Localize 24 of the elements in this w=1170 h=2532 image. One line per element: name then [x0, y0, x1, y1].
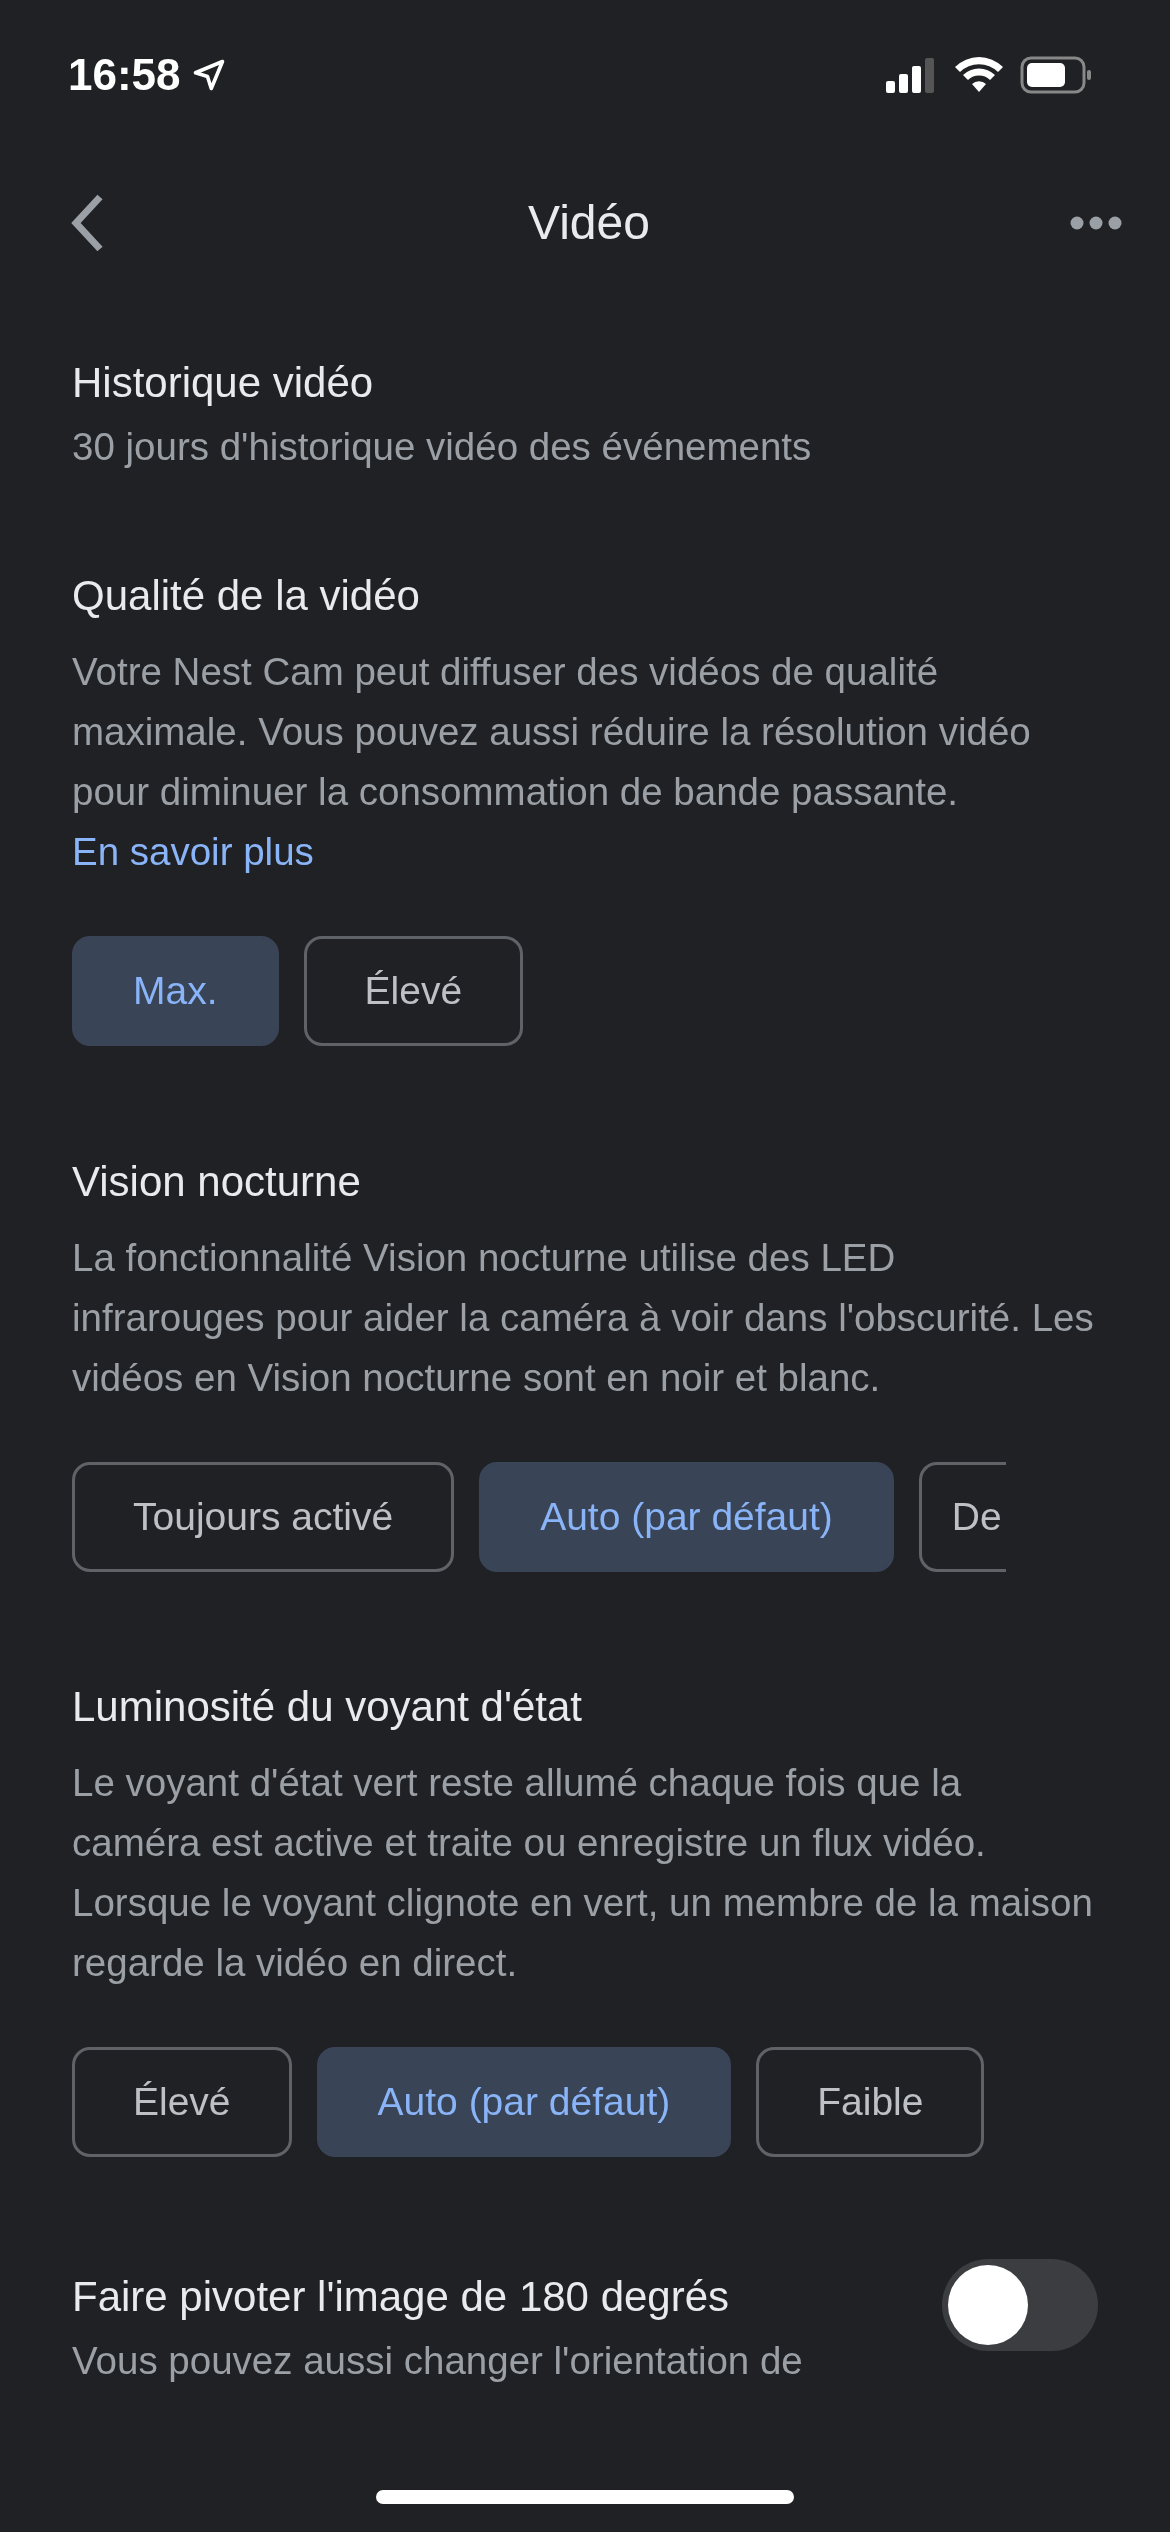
section-title: Qualité de la vidéo	[72, 571, 421, 621]
section-title: Luminosité du voyant d'état	[72, 1682, 583, 1732]
battery-icon	[1020, 56, 1092, 94]
option-chip[interactable]: Max.	[72, 936, 279, 1046]
option-chip[interactable]: Élevé	[303, 936, 524, 1046]
status-time: 16:58	[68, 50, 181, 100]
section-title: Faire pivoter l'image de 180 degrés	[72, 2272, 731, 2322]
option-chip[interactable]: Auto (par défaut)	[316, 2047, 732, 2157]
page-title: Vidéo	[528, 195, 650, 250]
learn-more-link[interactable]: En savoir plus	[72, 830, 314, 873]
section-title: Historique vidéo	[72, 358, 375, 408]
option-chip[interactable]: Élevé	[72, 2047, 292, 2157]
section-description: Vous pouvez aussi changer l'orientation de	[72, 2338, 803, 2384]
option-chip[interactable]: De	[918, 1462, 1006, 1572]
option-chip[interactable]: Auto (par défaut)	[479, 1462, 894, 1572]
section-description: 30 jours d'historique vidéo des événements	[72, 424, 813, 470]
wifi-icon	[954, 56, 1004, 94]
section-title: Vision nocturne	[72, 1157, 362, 1207]
more-icon	[1070, 215, 1122, 230]
option-chip[interactable]: Faible	[756, 2047, 985, 2157]
option-chip[interactable]: Toujours activé	[72, 1462, 455, 1572]
section-description: Votre Nest Cam peut diffuser des vidéos de qualité maximale. Vous pouvez aussi réduire la résolution vidéo pour diminuer la consommation de bande passante. En savoir plus	[72, 649, 1032, 875]
section-description: La fonctionnalité Vision nocturne utilise des LED infrarouges pour aider la caméra à voir dans l'obscurité. Les vidéos en Vision nocturne sont en noir et blanc.	[72, 1235, 1095, 1401]
section-description: Le voyant d'état vert reste allumé chaque fois que la caméra est active et traite ou enregistre un flux vidéo. Lorsque le voyant clignote en vert, un membre de la maison regarde la vidéo en direct.	[72, 1760, 1094, 1986]
